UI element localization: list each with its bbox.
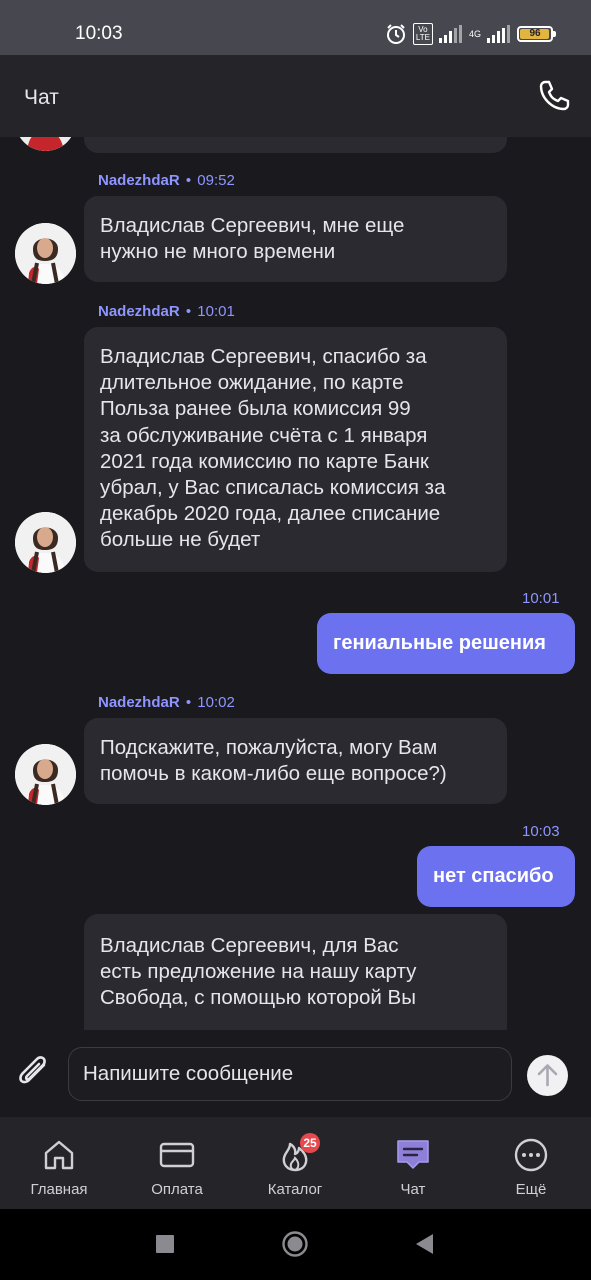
message-input[interactable] [68, 1047, 512, 1101]
recents-button[interactable] [154, 1233, 176, 1255]
nav-label: Ещё [515, 1181, 547, 1198]
message-time: 09:52 [197, 172, 235, 189]
system-nav-bar [0, 1209, 591, 1280]
chat-header: Чат [0, 55, 591, 137]
message-bubble[interactable]: Владислав Сергеевич, для Вас есть предло… [84, 914, 507, 1030]
phone-icon[interactable] [536, 78, 572, 114]
nav-label: Чат [400, 1181, 426, 1198]
message-bubble[interactable]: Подскажите, пожалуйста, могу Вам помочь … [84, 718, 507, 804]
nav-item-home[interactable]: Главная [0, 1117, 118, 1209]
alarm-icon [386, 24, 405, 44]
author-name: NadezhdaR [98, 694, 180, 711]
back-button[interactable] [413, 1232, 435, 1256]
nav-label: Главная [30, 1181, 88, 1198]
message-bubble-partial [84, 137, 507, 153]
signal-4g-icon [487, 25, 510, 43]
message-time: 10:01 [522, 590, 560, 607]
message-bubble[interactable]: Владислав Сергеевич, спасибо за длительн… [84, 327, 507, 572]
chat-icon [397, 1140, 429, 1169]
avatar [15, 137, 76, 151]
nav-label: Каталог [267, 1181, 323, 1198]
message-time: 10:01 [197, 303, 235, 320]
message-time: 10:03 [522, 823, 560, 840]
volte-icon: Vo LTE [412, 23, 433, 45]
notification-badge: 25 [300, 1133, 320, 1153]
message-bubble-outgoing[interactable]: нет спасибо [417, 846, 575, 907]
nav-item-more[interactable]: Ещё [472, 1117, 590, 1209]
bottom-nav: Главная Оплата 25 Каталог Чат Ещё [0, 1117, 591, 1209]
page-title: Чат [24, 86, 59, 109]
send-button[interactable] [527, 1055, 568, 1096]
arrow-up-icon [537, 1064, 558, 1087]
composer [0, 1030, 591, 1117]
message-time: 10:02 [197, 694, 235, 711]
home-icon [44, 1140, 74, 1170]
nav-item-chat[interactable]: Чат [354, 1117, 472, 1209]
battery-icon: 96 [517, 26, 556, 42]
nav-item-catalog[interactable]: 25 Каталог [236, 1117, 354, 1209]
avatar [15, 512, 76, 573]
message-meta: NadezhdaR • 09:52 [98, 172, 235, 189]
avatar [15, 744, 76, 805]
network-type: 4G [468, 28, 481, 39]
signal-icon [438, 25, 462, 43]
avatar [15, 223, 76, 284]
message-bubble-outgoing[interactable]: гениальные решения [317, 613, 575, 674]
status-bar: 10:03 Vo LTE 4G 96 [0, 0, 591, 55]
card-icon [159, 1142, 195, 1168]
message-list[interactable]: NadezhdaR • 09:52 Владислав Сергеевич, м… [0, 137, 591, 1030]
more-icon [514, 1138, 548, 1172]
author-name: NadezhdaR [98, 303, 180, 320]
message-bubble[interactable]: Владислав Сергеевич, мне еще нужно не мн… [84, 196, 507, 282]
nav-item-payment[interactable]: Оплата [118, 1117, 236, 1209]
home-button[interactable] [281, 1230, 309, 1258]
status-time: 10:03 [75, 23, 123, 44]
status-icons: Vo LTE 4G 96 [385, 22, 556, 46]
nav-label: Оплата [151, 1181, 203, 1198]
battery-level: 96 [529, 28, 541, 39]
message-meta: NadezhdaR • 10:01 [98, 303, 235, 320]
author-name: NadezhdaR [98, 172, 180, 189]
paperclip-icon[interactable] [14, 1053, 54, 1093]
message-meta: NadezhdaR • 10:02 [98, 694, 235, 711]
